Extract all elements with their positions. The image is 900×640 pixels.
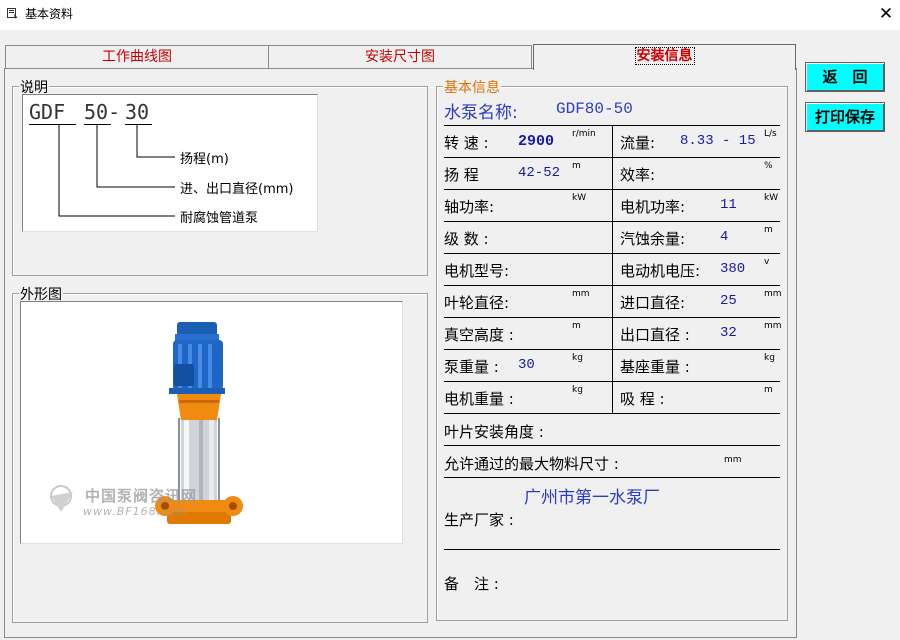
model-leader-lines xyxy=(58,125,175,217)
watermark-url: www.BF168.com xyxy=(83,505,188,518)
model-diagram: GDF 50- 30 扬程(m) 进、出口直径(mm) 耐腐蚀管道泵 xyxy=(22,94,318,232)
pump-name-label: 水泵名称: xyxy=(444,103,518,123)
app-icon xyxy=(7,8,18,19)
pump-name-value: GDF80-50 xyxy=(556,100,633,118)
max-particle-unit: mm xyxy=(724,455,742,465)
manufacturer-label: 生产厂家 : xyxy=(444,511,514,529)
tab-work-curve[interactable]: 工作曲线图 xyxy=(5,45,269,68)
watermark-text: 中国泵阀咨讯网 xyxy=(85,487,198,505)
print-save-button[interactable]: 打印保存 xyxy=(805,102,885,132)
note-diameter: 进、出口直径(mm) xyxy=(180,182,294,197)
tab-install-info-label: 安装信息 xyxy=(634,47,695,65)
basic-info-frame xyxy=(436,86,788,621)
divider xyxy=(444,477,780,478)
blade-angle-label: 叶片安装角度 : xyxy=(444,423,544,441)
close-icon[interactable]: ✕ xyxy=(876,2,896,26)
manufacturer-value: 广州市第一水泵厂 xyxy=(524,488,660,508)
remarks-label: 备 注 : xyxy=(444,575,499,593)
basic-info-legend: 基本信息 xyxy=(443,77,501,97)
back-button[interactable]: 返 回 xyxy=(805,62,885,92)
tab-install-dimension[interactable]: 安装尺寸图 xyxy=(268,45,532,68)
divider xyxy=(444,445,780,446)
note-head: 扬程(m) xyxy=(180,152,229,167)
watermark-logo-icon xyxy=(50,485,73,512)
max-particle-label: 允许通过的最大物料尺寸 : xyxy=(444,455,619,473)
title-bar: 基本资料 ✕ xyxy=(0,0,900,30)
pump-image-box: 中国泵阀咨讯网 www.BF168.com xyxy=(20,301,403,544)
window-title: 基本资料 xyxy=(25,7,74,21)
pump-image xyxy=(50,322,243,524)
tab-install-info[interactable]: 安装信息 xyxy=(533,44,796,70)
note-type: 耐腐蚀管道泵 xyxy=(180,211,259,226)
divider xyxy=(444,549,780,550)
